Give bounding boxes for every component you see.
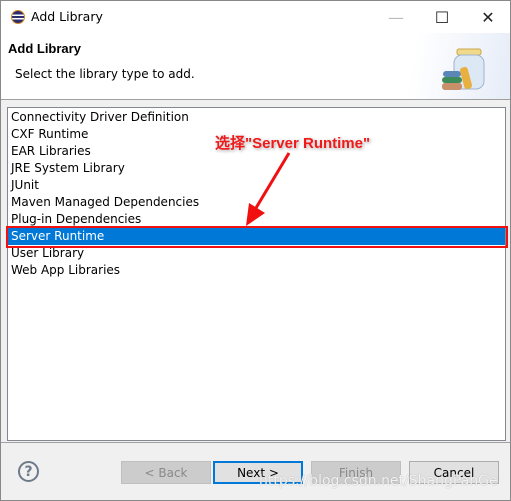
- title-bar: Add Library — ☐ ✕: [1, 1, 510, 33]
- wizard-header: Add Library Select the library type to a…: [1, 33, 510, 99]
- page-description: Select the library type to add.: [15, 67, 195, 81]
- annotation-label: 选择"Server Runtime": [215, 135, 371, 152]
- back-button[interactable]: < Back: [121, 461, 211, 484]
- divider: [1, 99, 510, 100]
- watermark: https://blog.csdn.net/ShangPanGe: [259, 473, 498, 489]
- close-button[interactable]: ✕: [465, 1, 511, 33]
- list-item[interactable]: Connectivity Driver Definition: [8, 109, 505, 126]
- annotation-arrow: [246, 152, 291, 226]
- window-title: Add Library: [31, 9, 103, 24]
- help-button[interactable]: ?: [18, 461, 39, 482]
- eclipse-icon: [11, 10, 25, 24]
- library-jar-icon: [442, 48, 485, 90]
- page-title: Add Library: [8, 41, 81, 56]
- list-item[interactable]: Web App Libraries: [8, 262, 505, 279]
- minimize-button[interactable]: —: [373, 1, 419, 33]
- divider: [1, 442, 510, 443]
- maximize-button[interactable]: ☐: [419, 1, 465, 33]
